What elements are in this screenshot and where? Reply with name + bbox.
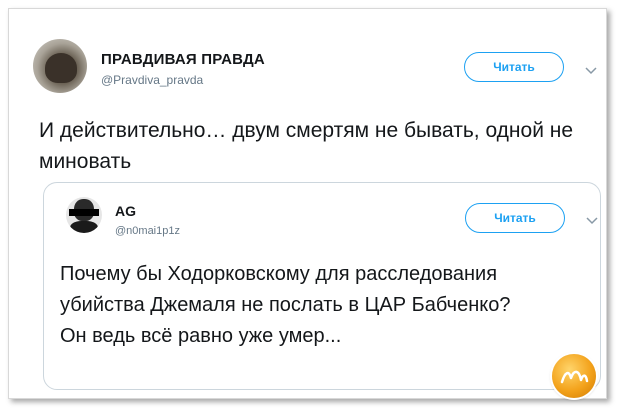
quoted-author-handle[interactable]: @n0mai1p1z: [115, 225, 180, 237]
quoted-author-avatar[interactable]: [66, 197, 102, 233]
bear-avatar-image: [45, 53, 77, 83]
quoted-tweet[interactable]: AG @n0mai1p1z Читать Почему бы Ходорковс…: [43, 182, 601, 390]
quoted-tweet-text: Почему бы Ходорковскому для расследовани…: [60, 263, 511, 347]
nyka-logo-glyph: [560, 370, 589, 384]
tweet-text: И действительно… двум смертям не бывать,…: [39, 119, 574, 173]
nyka-logo-icon: [552, 354, 596, 398]
quoted-follow-button[interactable]: Читать: [465, 203, 565, 233]
chevron-down-icon-glyph: [586, 217, 598, 225]
censor-bar: [69, 209, 99, 216]
follow-button[interactable]: Читать: [464, 52, 564, 82]
chevron-down-icon[interactable]: [584, 64, 598, 78]
avatar-body: [70, 221, 98, 233]
author-avatar[interactable]: [33, 39, 87, 93]
author-handle[interactable]: @Pravdiva_pravda: [101, 73, 203, 87]
chevron-down-icon-glyph: [585, 67, 597, 75]
chevron-down-icon[interactable]: [585, 214, 599, 228]
tweet-card: ПРАВДИВАЯ ПРАВДА @Pravdiva_pravda Читать…: [8, 8, 607, 399]
quoted-author-name[interactable]: AG: [115, 203, 136, 219]
author-name[interactable]: ПРАВДИВАЯ ПРАВДА: [101, 51, 265, 68]
